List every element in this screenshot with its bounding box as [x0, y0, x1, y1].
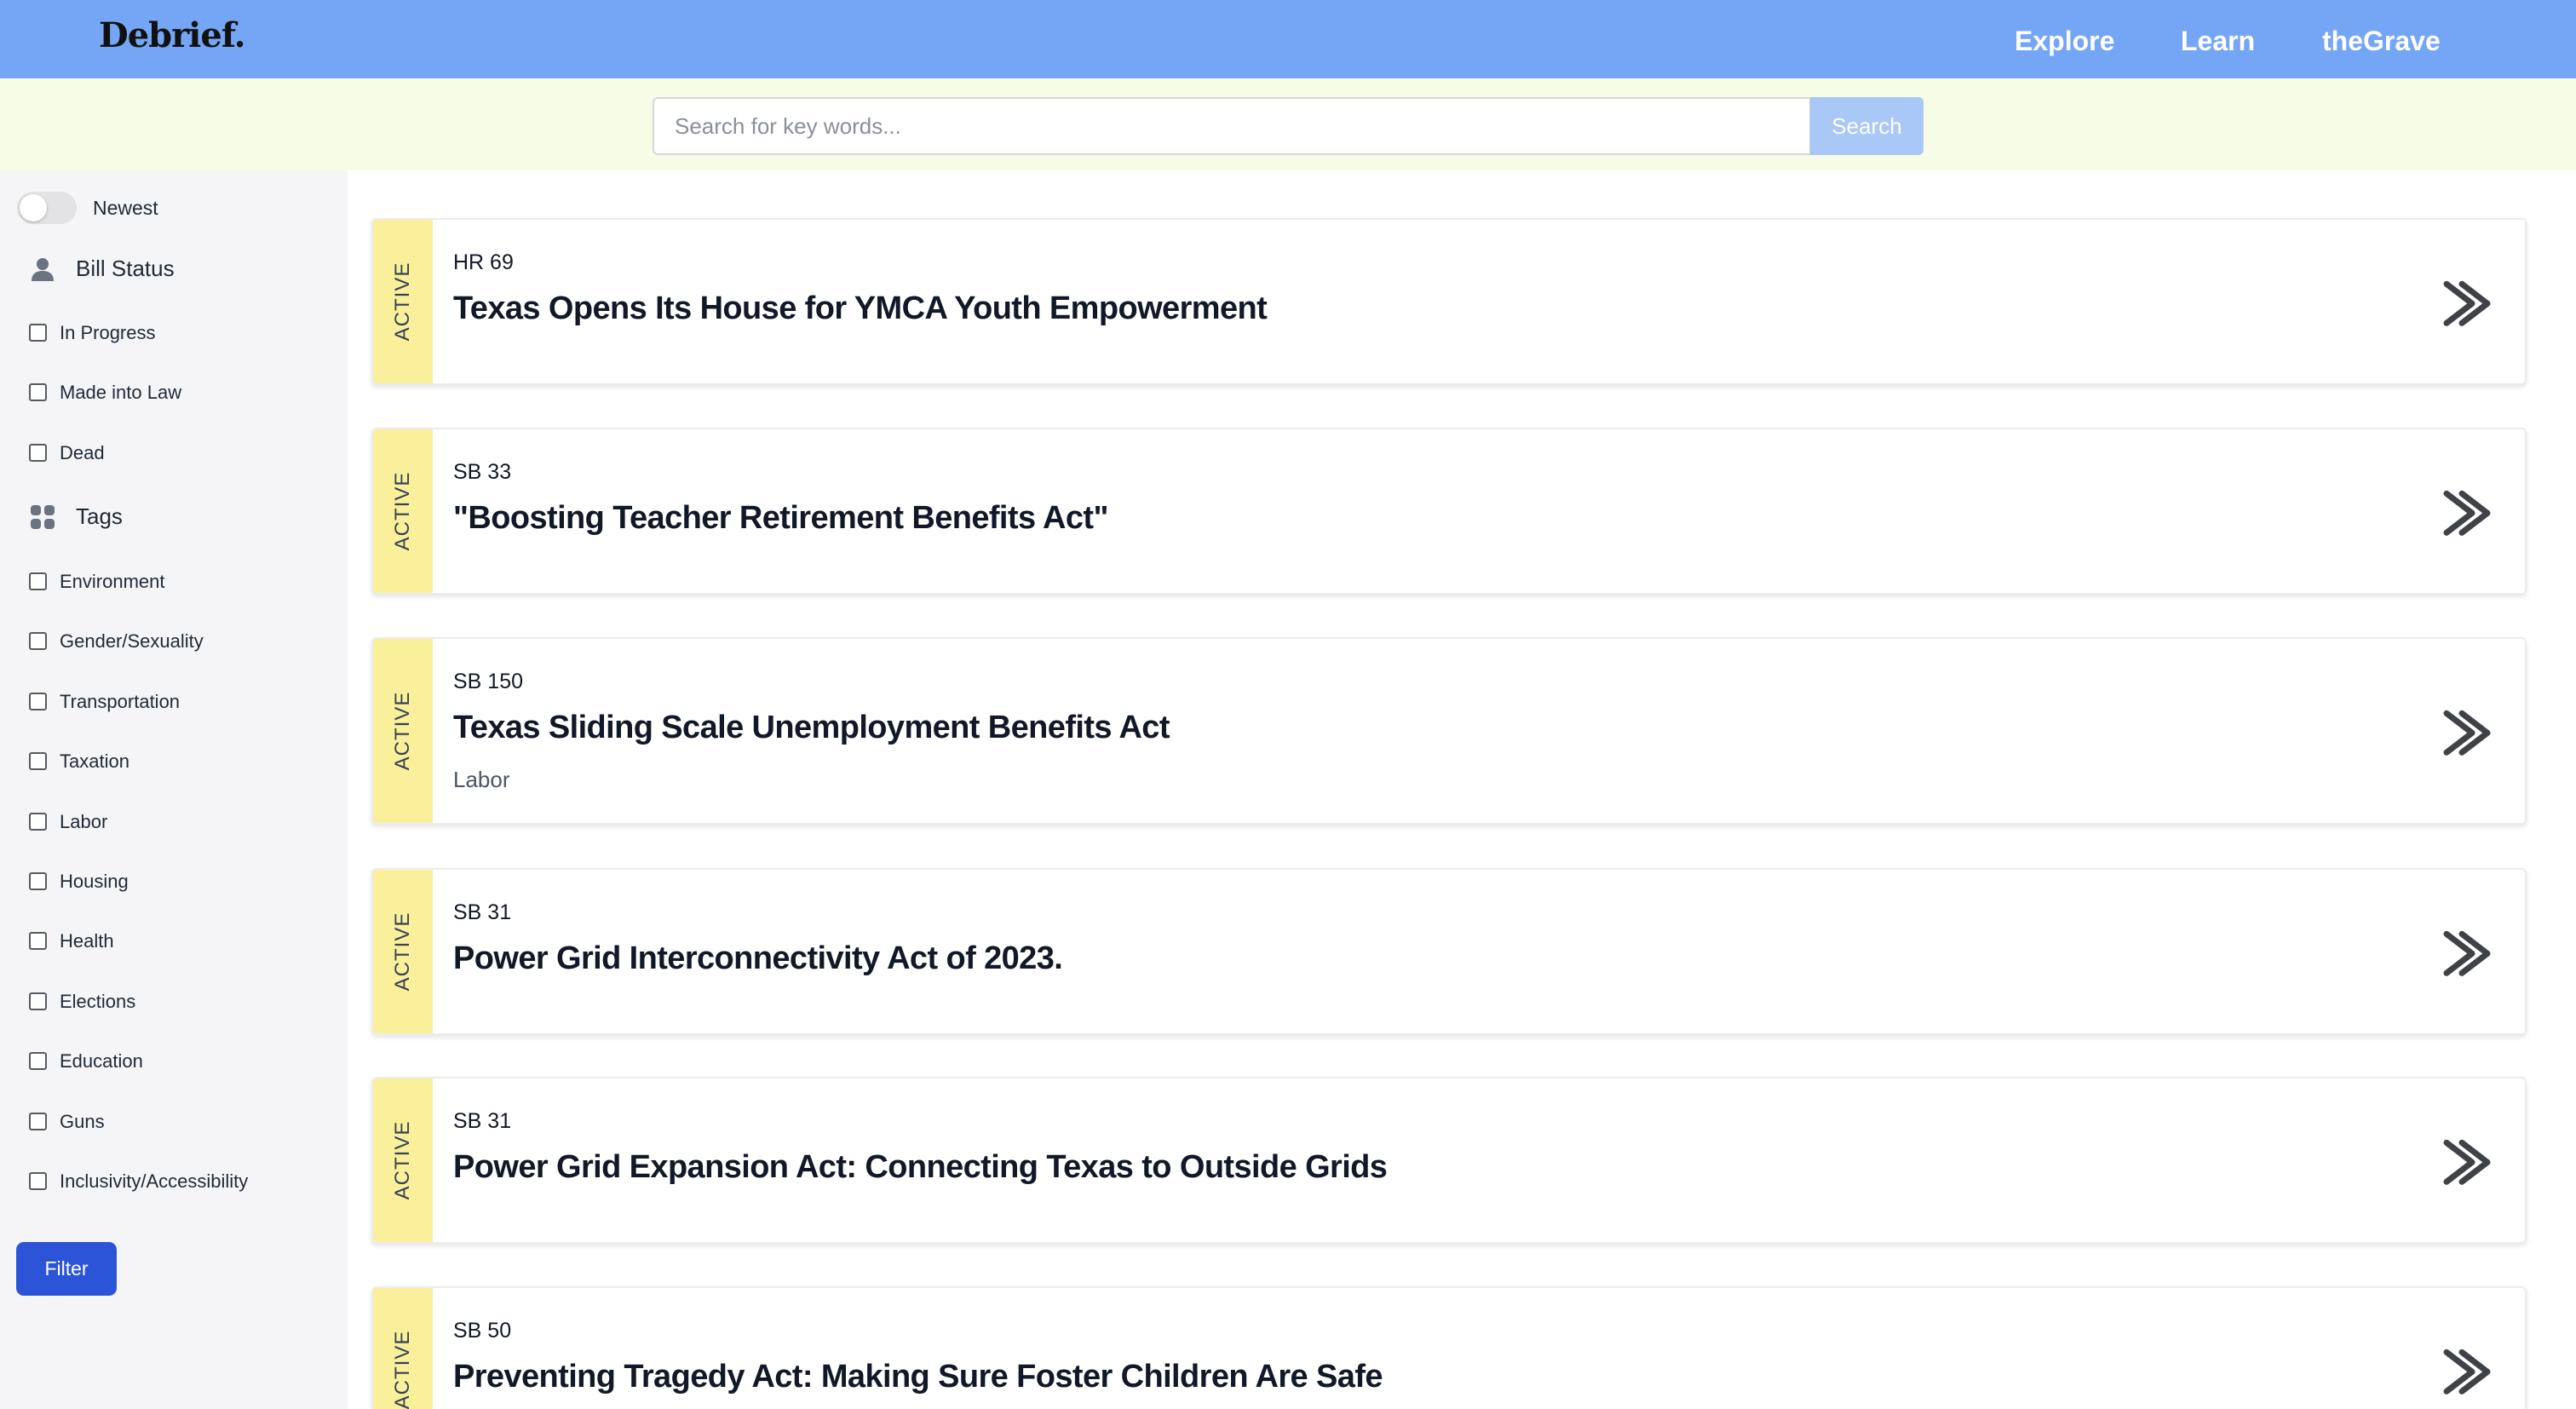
bill-title: "Boosting Teacher Retirement Benefits Ac…	[453, 500, 1108, 536]
bill-title: Texas Sliding Scale Unemployment Benefit…	[453, 710, 1170, 745]
double-chevron-right-icon[interactable]	[2443, 279, 2493, 328]
double-chevron-right-icon[interactable]	[2443, 708, 2493, 757]
checkbox[interactable]	[29, 1172, 47, 1190]
tag-option-label: Environment	[60, 571, 165, 592]
tags-label: Tags	[76, 503, 123, 529]
bill-number: SB 150	[453, 670, 524, 693]
checkbox[interactable]	[29, 692, 47, 710]
bill-title: Texas Opens Its House for YMCA Youth Emp…	[453, 290, 1268, 326]
status-badge: ACTIVE	[391, 912, 414, 992]
checkbox[interactable]	[29, 812, 47, 831]
tag-option-label: Health	[60, 930, 114, 952]
bill-card[interactable]: ACTIVE SB 150 Texas Sliding Scale Unemploy…	[371, 637, 2527, 825]
status-badge: ACTIVE	[391, 1330, 414, 1409]
status-option-label: Dead	[60, 441, 105, 463]
bill-card[interactable]: ACTIVE SB 31 Power Grid Interconnectivity …	[371, 868, 2527, 1035]
tag-option-label: Guns	[60, 1110, 105, 1132]
bill-card[interactable]: ACTIVE SB 50 Preventing Tragedy Act: Makin…	[371, 1286, 2527, 1409]
checkbox[interactable]	[29, 1052, 47, 1071]
nav-learn[interactable]: Learn	[2181, 26, 2255, 57]
status-badge: ACTIVE	[391, 262, 414, 342]
person-icon	[32, 258, 54, 281]
double-chevron-right-icon[interactable]	[2443, 1347, 2493, 1396]
checkbox[interactable]	[29, 383, 47, 402]
bill-title: Preventing Tragedy Act: Making Sure Fost…	[453, 1359, 1383, 1395]
logo[interactable]: Debrief.	[99, 15, 246, 55]
newest-toggle-label: Newest	[93, 197, 158, 219]
bill-card[interactable]: ACTIVE HR 69 Texas Opens Its House for YMC…	[371, 218, 2527, 385]
bill-number: SB 31	[453, 1109, 512, 1133]
checkbox[interactable]	[29, 872, 47, 890]
double-chevron-right-icon[interactable]	[2443, 488, 2493, 538]
bill-card[interactable]: ACTIVE SB 31 Power Grid Expansion Act: Con…	[371, 1077, 2527, 1244]
tag-option-label: Taxation	[60, 751, 129, 773]
bill-number: SB 33	[453, 460, 512, 484]
checkbox[interactable]	[29, 572, 47, 590]
checkbox[interactable]	[29, 752, 47, 771]
double-chevron-right-icon[interactable]	[2443, 1137, 2493, 1187]
grid-icon	[31, 505, 55, 529]
top-navbar: Debrief. Explore Learn theGrave	[0, 0, 2576, 78]
tag-option-label: Transportation	[60, 690, 181, 712]
tag-option-label: Education	[60, 1050, 143, 1073]
double-chevron-right-icon[interactable]	[2443, 929, 2493, 978]
filter-button[interactable]: Filter	[16, 1242, 117, 1296]
bill-number: SB 31	[453, 900, 512, 924]
tag-option-label: Inclusivity/Accessibility	[60, 1170, 249, 1192]
bill-title: Power Grid Interconnectivity Act of 2023…	[453, 940, 1063, 976]
checkbox[interactable]	[29, 443, 47, 462]
status-option-label: In Progress	[60, 322, 156, 343]
bill-title: Power Grid Expansion Act: Connecting Tex…	[453, 1149, 1388, 1185]
tag-option-label: Housing	[60, 871, 129, 892]
search-button[interactable]: Search	[1810, 97, 1923, 155]
status-badge: ACTIVE	[391, 691, 414, 771]
bill-status-label: Bill Status	[76, 256, 175, 281]
tag-option-label: Elections	[60, 990, 136, 1012]
checkbox[interactable]	[29, 632, 47, 651]
status-badge: ACTIVE	[391, 471, 414, 551]
bill-card[interactable]: ACTIVE SB 33 "Boosting Teacher Retirement …	[371, 428, 2527, 595]
bill-tag: Labor	[453, 767, 510, 792]
nav-thegrave[interactable]: theGrave	[2322, 26, 2441, 57]
search-input[interactable]	[653, 97, 1811, 155]
status-badge: ACTIVE	[391, 1120, 414, 1200]
tag-option-label: Labor	[60, 810, 108, 832]
bill-number: SB 50	[453, 1319, 512, 1343]
checkbox[interactable]	[29, 1112, 47, 1130]
search-bar: Search	[0, 78, 2576, 170]
filter-sidebar: Newest Bill Status In Progress Made into …	[0, 170, 348, 1409]
checkbox[interactable]	[29, 932, 47, 951]
checkbox[interactable]	[29, 992, 47, 1010]
tag-option-label: Gender/Sexuality	[60, 630, 204, 653]
status-option-label: Made into Law	[60, 382, 182, 404]
newest-toggle[interactable]	[17, 192, 77, 224]
nav-explore[interactable]: Explore	[2015, 26, 2114, 57]
checkbox[interactable]	[29, 324, 47, 342]
bill-number: HR 69	[453, 250, 514, 274]
toggle-knob	[20, 194, 47, 221]
